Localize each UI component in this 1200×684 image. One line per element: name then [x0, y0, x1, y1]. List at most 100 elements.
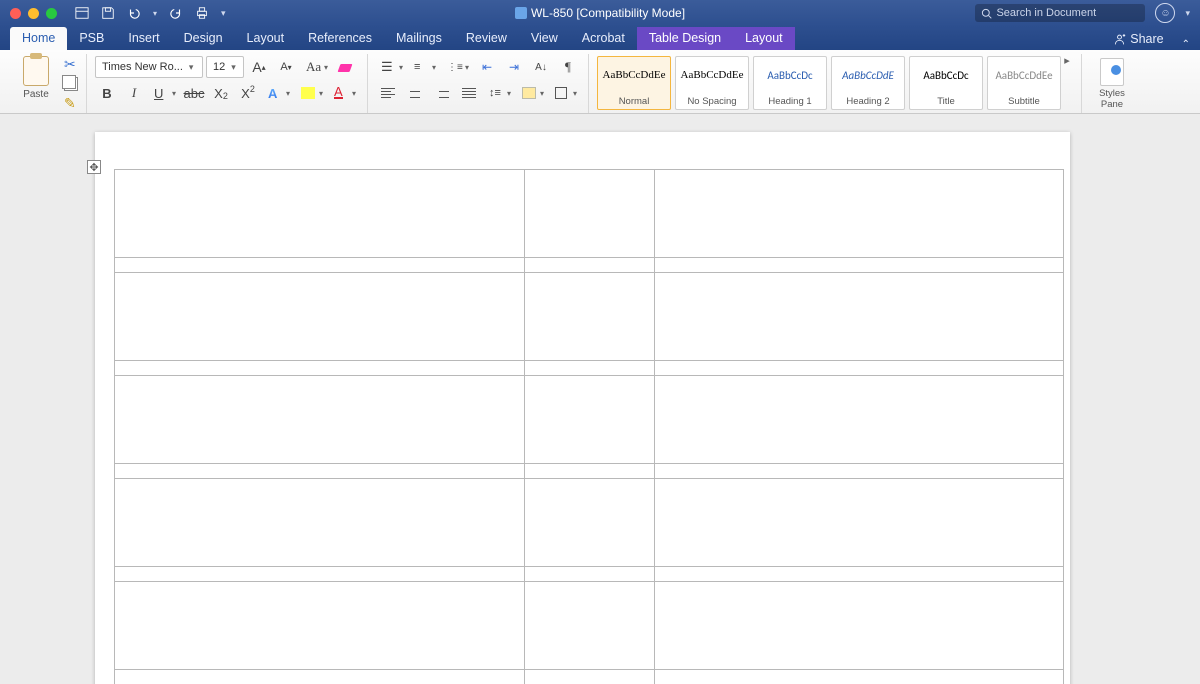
align-center-button[interactable] [403, 82, 427, 104]
print-icon[interactable] [195, 6, 209, 20]
tab-review[interactable]: Review [454, 27, 519, 50]
tab-references[interactable]: References [296, 27, 384, 50]
borders-icon [555, 87, 567, 99]
sort-icon: A↓ [535, 62, 547, 73]
page[interactable]: ✥ [95, 132, 1070, 684]
align-left-button[interactable] [376, 82, 400, 104]
justify-button[interactable] [457, 82, 481, 104]
search-icon [981, 8, 992, 19]
feedback-icon[interactable]: ☺ [1155, 3, 1175, 23]
borders-button[interactable]: ▾ [550, 82, 580, 104]
underline-button[interactable]: U▾ [149, 82, 179, 104]
font-color-button[interactable]: A▾ [329, 82, 359, 104]
table-row[interactable] [115, 273, 1064, 361]
grow-font-button[interactable]: A▴ [247, 56, 271, 78]
numbering-button[interactable]: ≡▾ [409, 56, 439, 78]
subscript-button[interactable]: X2 [209, 82, 233, 104]
style-label: Normal [619, 96, 650, 107]
style-normal[interactable]: AaBbCcDdEeNormal [597, 56, 671, 110]
feedback-dropdown-icon[interactable]: ▾ [1185, 8, 1190, 19]
redo-icon[interactable] [169, 6, 183, 20]
format-painter-icon[interactable]: ✎ [64, 95, 78, 112]
bullets-icon: ☰ [381, 59, 393, 75]
style-heading-1[interactable]: AaBbCcDcHeading 1 [753, 56, 827, 110]
style-preview: AaBbCcDdEe [681, 61, 744, 89]
table-row[interactable] [115, 258, 1064, 273]
align-right-button[interactable] [430, 82, 454, 104]
font-name-select[interactable]: Times New Ro...▾ [95, 56, 203, 78]
close-window-button[interactable] [10, 8, 21, 19]
clear-formatting-button[interactable] [334, 56, 358, 78]
eraser-icon [337, 60, 355, 74]
bold-button[interactable]: B [95, 82, 119, 104]
tab-view[interactable]: View [519, 27, 570, 50]
style-label: Subtitle [1008, 96, 1040, 107]
table-row[interactable] [115, 567, 1064, 582]
indent-icon: ⇥ [509, 60, 519, 74]
show-marks-button[interactable]: ¶ [556, 56, 580, 78]
increase-indent-button[interactable]: ⇥ [502, 56, 526, 78]
maximize-window-button[interactable] [46, 8, 57, 19]
table-row[interactable] [115, 376, 1064, 464]
tab-psb[interactable]: PSB [67, 27, 116, 50]
clipboard-group: Paste ✂ ✎ [6, 54, 87, 113]
table-row[interactable] [115, 361, 1064, 376]
tab-acrobat[interactable]: Acrobat [570, 27, 637, 50]
shading-icon [522, 87, 536, 99]
undo-dropdown-icon[interactable]: ▾ [153, 9, 157, 18]
italic-button[interactable]: I [122, 82, 146, 104]
multilevel-list-button[interactable]: ⋮≡▾ [442, 56, 472, 78]
table-row[interactable] [115, 670, 1064, 684]
tab-mailings[interactable]: Mailings [384, 27, 454, 50]
tab-table-design[interactable]: Table Design [637, 27, 733, 50]
qat-customize-icon[interactable]: ▾ [221, 8, 226, 19]
line-spacing-button[interactable]: ↕≡▾ [484, 82, 514, 104]
copy-icon[interactable] [64, 77, 78, 91]
cut-icon[interactable]: ✂ [64, 56, 78, 73]
font-size-select[interactable]: 12▾ [206, 56, 244, 78]
table-row[interactable] [115, 170, 1064, 258]
document-area[interactable]: ✥ [0, 114, 1200, 684]
undo-icon[interactable] [127, 6, 141, 20]
strikethrough-button[interactable]: abc [182, 82, 206, 104]
ribbon-tabs: HomePSBInsertDesignLayoutReferencesMaili… [0, 26, 1200, 50]
text-effects-button[interactable]: A▾ [263, 82, 293, 104]
highlight-button[interactable]: ▾ [296, 82, 326, 104]
table-row[interactable] [115, 464, 1064, 479]
style-no-spacing[interactable]: AaBbCcDdEeNo Spacing [675, 56, 749, 110]
document-table[interactable] [114, 169, 1064, 684]
tab-layout[interactable]: Layout [733, 27, 795, 50]
shrink-font-button[interactable]: A▾ [274, 56, 298, 78]
tab-insert[interactable]: Insert [116, 27, 171, 50]
paste-label: Paste [23, 89, 49, 100]
tab-home[interactable]: Home [10, 27, 67, 50]
justify-icon [462, 88, 476, 99]
decrease-indent-button[interactable]: ⇤ [475, 56, 499, 78]
style-label: Title [937, 96, 955, 107]
style-heading-2[interactable]: AaBbCcDdEHeading 2 [831, 56, 905, 110]
table-move-handle[interactable]: ✥ [87, 160, 101, 174]
search-placeholder: Search in Document [996, 7, 1096, 19]
styles-more-button[interactable]: ▸ [1061, 54, 1073, 67]
table-row[interactable] [115, 479, 1064, 567]
minimize-window-button[interactable] [28, 8, 39, 19]
share-button[interactable]: Share [1105, 28, 1171, 50]
collapse-ribbon-icon[interactable]: ⌃ [1172, 39, 1200, 50]
tab-layout[interactable]: Layout [235, 27, 297, 50]
superscript-button[interactable]: X2 [236, 82, 260, 104]
align-center-icon [408, 88, 422, 99]
shading-button[interactable]: ▾ [517, 82, 547, 104]
style-title[interactable]: AaBbCcDcTitle [909, 56, 983, 110]
change-case-button[interactable]: Aa▾ [301, 56, 331, 78]
file-menu-icon[interactable] [75, 6, 89, 20]
table-row[interactable] [115, 582, 1064, 670]
styles-pane-button[interactable]: StylesPane [1090, 54, 1134, 113]
sort-button[interactable]: A↓ [529, 56, 553, 78]
search-input[interactable]: Search in Document [975, 4, 1145, 22]
save-icon[interactable] [101, 6, 115, 20]
bullets-button[interactable]: ☰▾ [376, 56, 406, 78]
styles-pane-group: StylesPane [1082, 54, 1142, 113]
paste-button[interactable]: Paste [14, 54, 58, 113]
tab-design[interactable]: Design [172, 27, 235, 50]
style-subtitle[interactable]: AaBbCcDdEeSubtitle [987, 56, 1061, 110]
